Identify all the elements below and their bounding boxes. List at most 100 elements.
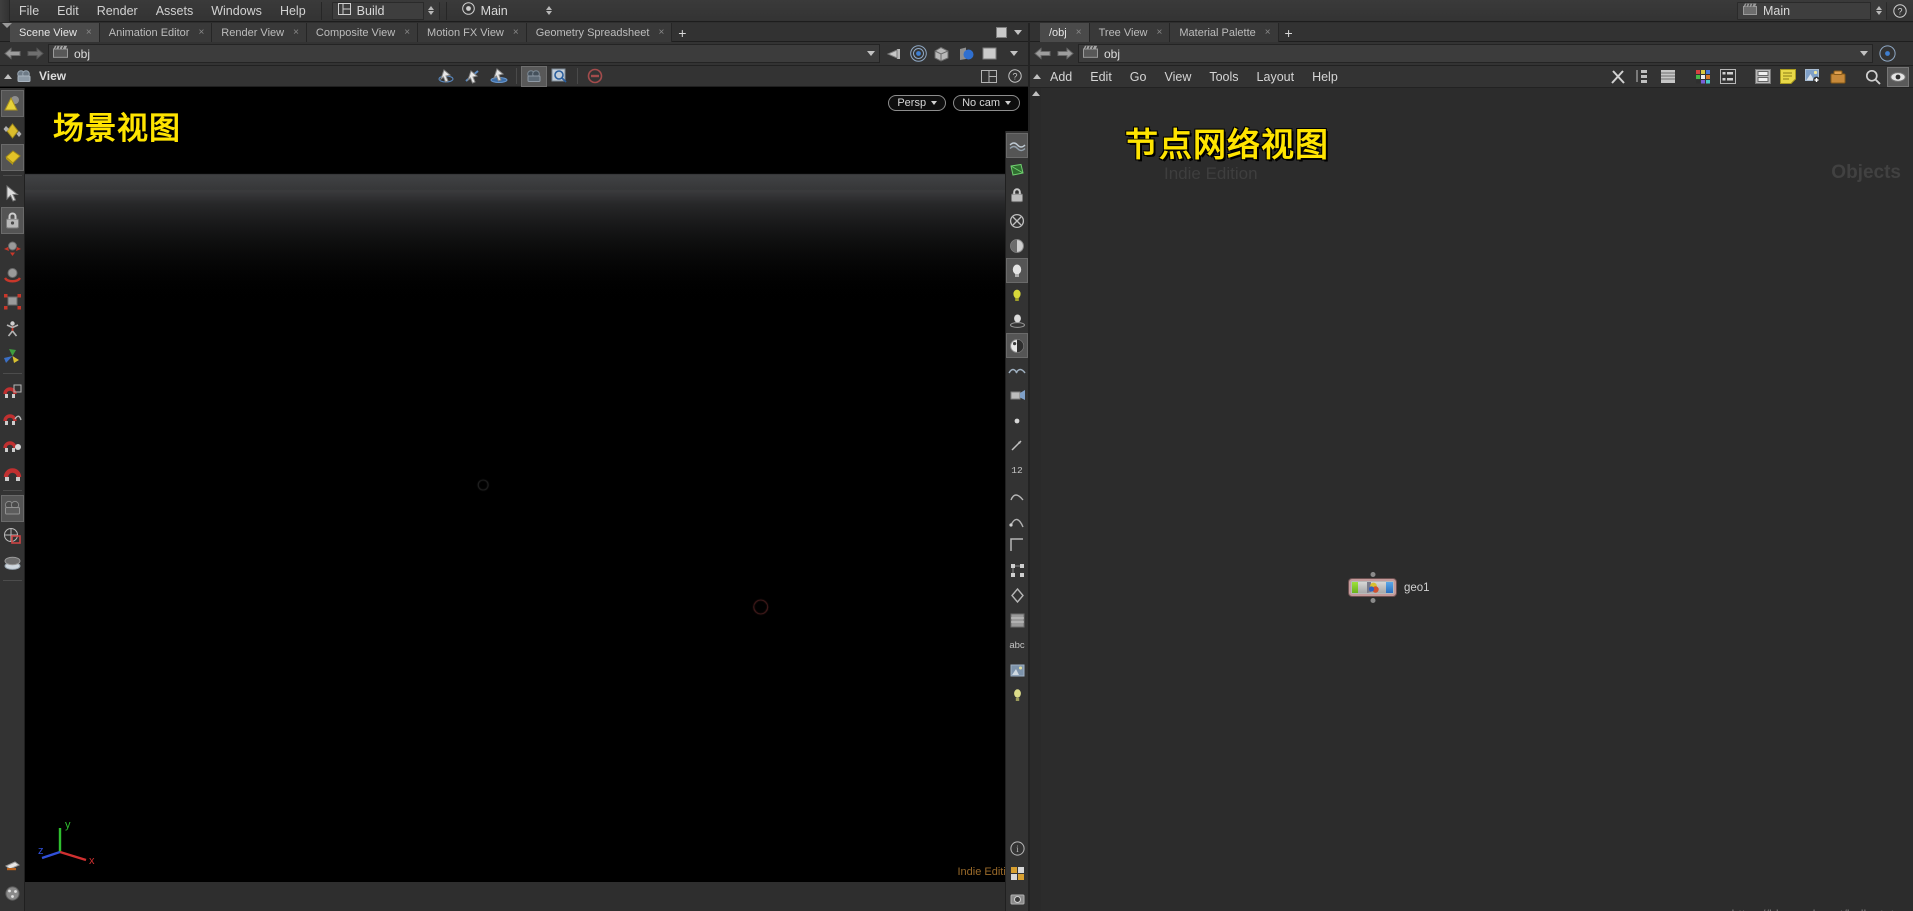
cube-icon[interactable] [932,44,952,64]
tab-close-icon[interactable]: × [1076,27,1082,38]
view-tool-icon[interactable] [0,144,24,171]
back-button[interactable] [4,45,22,63]
material-sphere-icon[interactable] [956,44,976,64]
magnet-grid-snap-icon[interactable] [1,378,24,405]
network-vertical-scrollbar[interactable] [1030,88,1041,911]
display-flag-icon[interactable] [980,44,1000,64]
magnet-curve-snap-icon[interactable] [1,405,24,432]
tools-wrench-icon[interactable] [1607,67,1629,87]
secure-lock-icon[interactable] [0,207,24,234]
node-input-connector[interactable] [1370,572,1375,577]
crop-region-icon[interactable] [1,522,24,549]
ghost-icon[interactable] [1006,358,1028,383]
perspective-grid[interactable] [0,87,1028,882]
no-entry-icon[interactable] [582,66,608,87]
scale-tool-icon[interactable] [1,288,24,315]
translate-handle-icon[interactable] [460,66,486,87]
camera-view-icon[interactable] [521,65,548,87]
build-spinner[interactable] [422,1,439,20]
tab-motion-fx-view[interactable]: Motion FX View × [418,23,527,42]
tab-render-view[interactable]: Render View × [212,23,307,42]
grid-layout-icon[interactable] [1717,67,1739,87]
curve-icon[interactable] [1006,508,1028,533]
scene-path-field[interactable]: obj [48,44,880,63]
film-reel-icon[interactable] [1,549,24,576]
path-dropdown-icon[interactable] [867,51,875,56]
magnet-multi-snap-icon[interactable] [1,459,24,486]
light-point-icon[interactable] [1006,283,1028,308]
camera-selector[interactable]: No cam [953,95,1020,111]
network-menu-view[interactable]: View [1155,66,1200,88]
menu-edit[interactable]: Edit [48,0,88,22]
network-back-button[interactable] [1034,45,1052,63]
tab-close-icon[interactable]: × [1265,27,1271,38]
target-rings-icon[interactable] [908,44,928,64]
transform-tool-icon[interactable] [1,342,24,369]
point-marker-icon[interactable] [1006,408,1028,433]
uv-icon[interactable] [1006,483,1028,508]
magnet-point-snap-icon[interactable] [1,432,24,459]
node-output-connector[interactable] [1370,598,1375,603]
network-path-field[interactable]: obj [1078,44,1873,63]
headlight-icon[interactable] [1006,258,1028,283]
tab-tree-view[interactable]: Tree View × [1089,23,1171,42]
pane-menu-chevron-icon[interactable] [1014,29,1022,35]
add-image-icon[interactable] [1802,67,1824,87]
menu-file[interactable]: File [10,0,48,22]
tab-material-palette[interactable]: Material Palette × [1170,23,1279,42]
desktop-spinner-left[interactable] [541,2,557,20]
tab-scene-view[interactable]: Scene View × [10,23,100,42]
scene-viewport[interactable]: 场景视图 Persp No cam y x z Indie Edition [0,87,1028,882]
color-palette-icon[interactable] [1692,67,1714,87]
menu-grip[interactable] [0,0,10,22]
viewport-scroll-up[interactable] [4,73,12,79]
forward-button[interactable] [26,45,44,63]
network-menu-layout[interactable]: Layout [1248,66,1304,88]
desktop-selector-left[interactable]: Main [457,1,557,20]
eye-icon[interactable] [1887,66,1909,87]
numbers-icon[interactable]: 12 [1006,458,1028,483]
tab-close-icon[interactable]: × [658,27,664,38]
select-tool-icon[interactable] [0,90,24,117]
guide-geometry-icon[interactable] [1006,558,1028,583]
viewport-help-icon[interactable]: ? [1002,66,1028,87]
path-more-chevron-icon[interactable] [1004,44,1024,64]
materials-icon[interactable] [1006,333,1028,358]
network-path-dropdown-icon[interactable] [1860,51,1868,56]
visualize-icon[interactable] [1006,383,1028,408]
network-node-geo1[interactable]: geo1 [1349,572,1430,603]
rotate-handle-icon[interactable] [486,66,512,87]
sticky-note-icon[interactable] [1777,67,1799,87]
network-target-icon[interactable] [1877,44,1897,64]
display-options-icon[interactable] [1006,233,1028,258]
help-button[interactable]: ? [1887,3,1913,18]
network-menu-help[interactable]: Help [1303,66,1347,88]
network-scroll-up[interactable] [1032,74,1041,79]
light-tool-icon[interactable] [1,853,24,880]
arrow-select-icon[interactable] [1,180,24,207]
perspective-selector[interactable]: Persp [888,95,947,111]
particles-icon[interactable] [1006,608,1028,633]
maximize-pane-icon[interactable] [996,26,1007,38]
tab-close-icon[interactable]: × [404,27,410,38]
light-area-icon[interactable] [1006,308,1028,333]
menu-render[interactable]: Render [88,0,147,22]
pane-menu-triangle[interactable] [2,23,12,28]
network-menu-add[interactable]: Add [1041,66,1081,88]
network-forward-button[interactable] [1056,45,1074,63]
normals-icon[interactable] [1006,433,1028,458]
handles-tool-icon[interactable] [1,117,24,144]
grid-icon[interactable] [1006,861,1028,886]
scroll-up-arrow-icon[interactable] [1030,88,1041,99]
desktop-spinner-right[interactable] [1870,1,1886,20]
network-menu-go[interactable]: Go [1121,66,1156,88]
tab-close-icon[interactable]: × [198,27,204,38]
object-merge-icon[interactable] [1,880,24,907]
search-icon[interactable] [1862,67,1884,87]
bounding-box-icon[interactable] [1006,583,1028,608]
info-icon[interactable]: i [1006,836,1028,861]
network-menu-edit[interactable]: Edit [1081,66,1121,88]
node-body[interactable] [1349,579,1396,596]
tab-animation-editor[interactable]: Animation Editor × [99,23,213,42]
network-box-icon[interactable] [1752,67,1774,87]
